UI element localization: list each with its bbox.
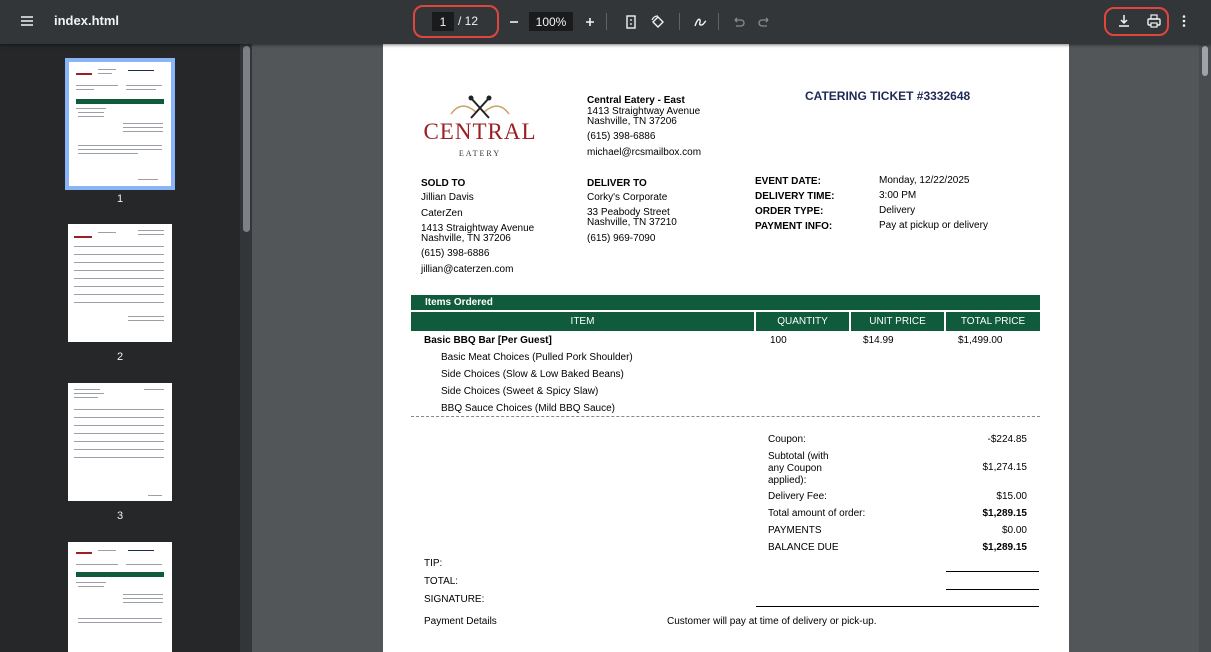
document-title: index.html	[54, 13, 120, 28]
undo-icon[interactable]	[726, 10, 750, 34]
thumbnail-page-number: 1	[116, 193, 124, 205]
balance-due-amount: $1,289.15	[982, 542, 1028, 553]
signature-line	[756, 606, 1039, 607]
order-type-label: ORDER TYPE:	[755, 206, 824, 217]
column-header-quantity: QUANTITY	[756, 312, 849, 331]
sold-to-address-2: Nashville, TN 37206	[421, 233, 511, 244]
sidebar-scrollbar-thumb[interactable]	[243, 46, 250, 232]
coupon-label: Coupon:	[768, 434, 806, 445]
download-icon[interactable]	[1112, 9, 1136, 33]
logo-subtitle: EATERY	[458, 149, 502, 158]
more-vert-icon[interactable]	[1172, 9, 1196, 33]
sold-to-name: Jillian Davis	[421, 192, 474, 203]
payment-info-label: PAYMENT INFO:	[755, 221, 833, 232]
item-option: Side Choices (Sweet & Spicy Slaw)	[441, 386, 599, 397]
order-total-label: Total amount of order:	[768, 508, 866, 519]
delivery-fee-label: Delivery Fee:	[768, 491, 827, 502]
item-option: BBQ Sauce Choices (Mild BBQ Sauce)	[441, 403, 615, 414]
viewer-scrollbar-thumb[interactable]	[1202, 46, 1208, 76]
page-total: / 12	[458, 14, 479, 28]
payments-label: PAYMENTS	[768, 525, 822, 536]
sold-to-email: jillian@caterzen.com	[421, 264, 514, 275]
thumbnail-page-4[interactable]	[68, 542, 172, 652]
page-number-input[interactable]	[432, 12, 454, 31]
sold-to-company: CaterZen	[421, 208, 463, 219]
thumbnail-page-number: 2	[116, 351, 124, 363]
toolbar-divider	[679, 13, 680, 30]
items-ordered-heading: Items Ordered	[411, 295, 1040, 310]
deliver-to-address-2: Nashville, TN 37210	[587, 217, 677, 228]
signature-label: SIGNATURE:	[424, 594, 485, 605]
thumbnail-sidebar: 1 2 3	[0, 44, 240, 652]
payments-amount: $0.00	[1001, 525, 1027, 536]
deliver-to-company: Corky's Corporate	[587, 192, 668, 203]
rotate-icon[interactable]	[646, 10, 670, 34]
store-phone: (615) 398-6886	[587, 131, 656, 142]
thumbnail-page-2[interactable]	[68, 224, 172, 342]
balance-due-label: BALANCE DUE	[768, 542, 839, 553]
viewer-scrollbar[interactable]	[1199, 44, 1211, 652]
event-date: Monday, 12/22/2025	[879, 175, 970, 186]
redo-icon[interactable]	[753, 10, 777, 34]
total-line	[946, 589, 1039, 590]
sold-to-heading: SOLD TO	[421, 178, 466, 189]
annotate-icon[interactable]	[688, 10, 712, 34]
zoom-in-icon[interactable]	[578, 10, 602, 34]
item-option: Side Choices (Slow & Low Baked Beans)	[441, 369, 624, 380]
sold-to-phone: (615) 398-6886	[421, 248, 490, 259]
column-header-unit-price: UNIT PRICE	[851, 312, 944, 331]
zoom-level-input[interactable]	[529, 12, 573, 31]
zoom-out-icon[interactable]	[502, 10, 526, 34]
thumbnail-page-3[interactable]	[68, 383, 172, 501]
payment-info: Pay at pickup or delivery	[879, 220, 988, 231]
payment-details-label: Payment Details	[424, 616, 497, 627]
item-unit-price: $14.99	[863, 335, 894, 346]
total-label: TOTAL:	[424, 576, 459, 587]
item-quantity: 100	[770, 335, 787, 346]
subtotal-label-line-2: any Coupon	[768, 463, 822, 474]
tip-label: TIP:	[424, 558, 443, 569]
deliver-to-phone: (615) 969-7090	[587, 233, 656, 244]
store-address-2: Nashville, TN 37206	[587, 116, 677, 127]
page-indicator-highlight	[413, 5, 499, 38]
thumbnail-page-number: 3	[116, 510, 124, 522]
store-name: Central Eatery - East	[587, 95, 685, 106]
toolbar-divider	[606, 13, 607, 30]
payment-details: Customer will pay at time of delivery or…	[667, 616, 877, 627]
logo-name: CENTRAL	[423, 119, 537, 144]
menu-icon[interactable]	[15, 9, 39, 33]
order-type: Delivery	[879, 205, 916, 216]
delivery-fee-amount: $15.00	[996, 491, 1027, 502]
store-email: michael@rcsmailbox.com	[587, 147, 702, 158]
subtotal-label-line-3: applied):	[768, 475, 807, 486]
document-page: CENTRAL EATERY Central Eatery - East 141…	[383, 44, 1069, 652]
items-divider	[411, 416, 1040, 417]
delivery-time-label: DELIVERY TIME:	[755, 191, 835, 202]
sidebar-scrollbar[interactable]	[241, 44, 252, 652]
toolbar-divider	[718, 13, 719, 30]
event-date-label: EVENT DATE:	[755, 176, 821, 187]
thumbnail-page-1[interactable]	[65, 58, 175, 190]
pdf-toolbar: index.html / 12	[0, 0, 1211, 44]
item-total-price: $1,499.00	[958, 335, 1003, 346]
ticket-title: CATERING TICKET #3332648	[805, 89, 971, 103]
column-header-item: ITEM	[411, 312, 754, 331]
delivery-time: 3:00 PM	[879, 190, 917, 201]
order-total-amount: $1,289.15	[982, 508, 1028, 519]
tip-line	[946, 571, 1039, 572]
restaurant-logo: CENTRAL EATERY	[421, 94, 539, 166]
print-icon[interactable]	[1142, 9, 1166, 33]
subtotal-amount: $1,274.15	[982, 462, 1028, 473]
deliver-to-heading: DELIVER TO	[587, 178, 647, 189]
item-option: Basic Meat Choices (Pulled Pork Shoulder…	[441, 352, 633, 363]
column-header-total-price: TOTAL PRICE	[946, 312, 1040, 331]
coupon-amount: -$224.85	[987, 434, 1027, 445]
fit-page-icon[interactable]	[619, 10, 643, 34]
subtotal-label-line-1: Subtotal (with	[768, 451, 829, 462]
item-name: Basic BBQ Bar [Per Guest]	[424, 335, 552, 346]
